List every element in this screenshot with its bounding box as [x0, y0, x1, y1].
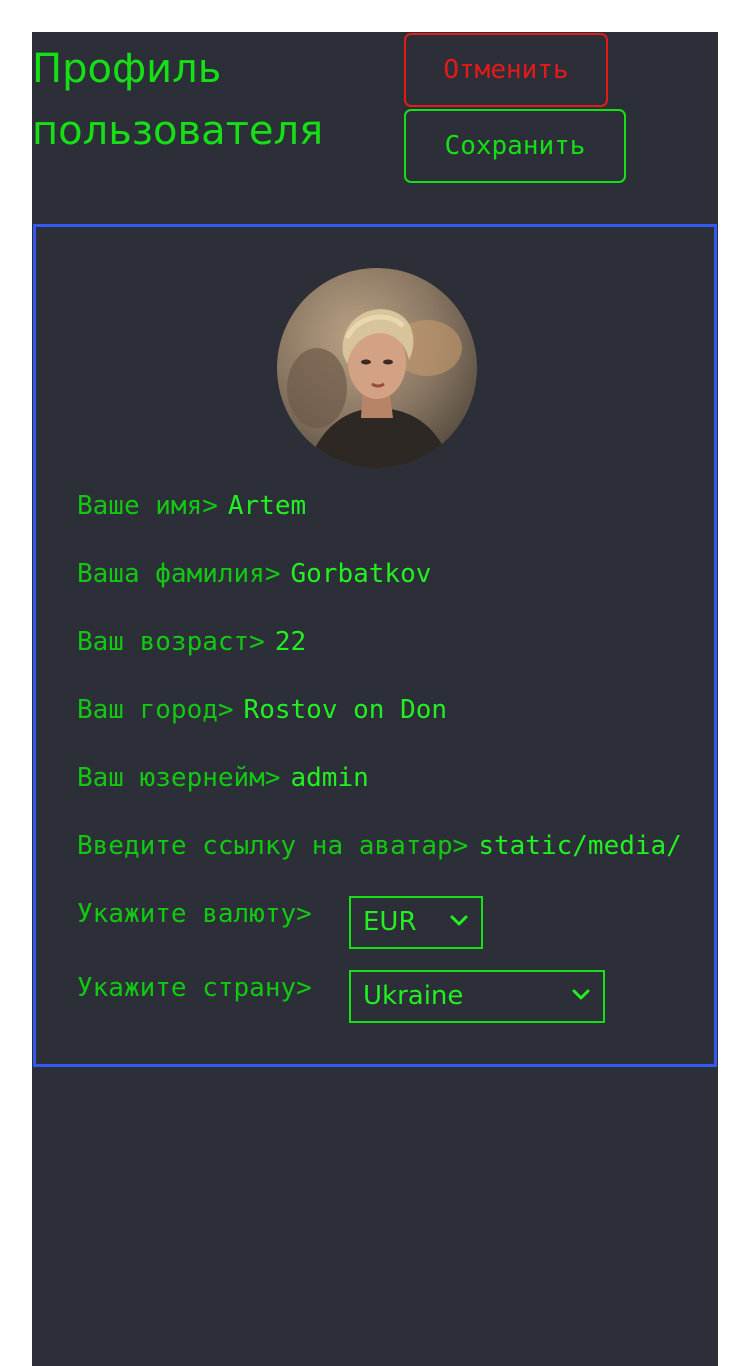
- page-title: Профиль пользователя: [32, 46, 324, 154]
- avatar-url-row: Введите ссылку на аватар> static/media/: [77, 829, 682, 863]
- country-select[interactable]: Ukraine: [349, 970, 605, 1023]
- chevron-down-icon: [450, 915, 468, 926]
- last-name-label: Ваша фамилия>: [77, 559, 281, 589]
- avatar-url-value[interactable]: static/media/: [478, 831, 682, 861]
- avatar-portrait-icon: [277, 268, 477, 468]
- avatar-url-label: Введите ссылку на аватар>: [77, 831, 469, 861]
- currency-selected: EUR: [363, 907, 417, 937]
- age-value[interactable]: 22: [275, 627, 306, 657]
- avatar: [277, 268, 477, 468]
- cancel-button[interactable]: Отменить: [404, 33, 608, 107]
- username-row: Ваш юзернейм> admin: [77, 761, 369, 795]
- username-label: Ваш юзернейм>: [77, 763, 281, 793]
- first-name-label: Ваше имя>: [77, 491, 218, 521]
- last-name-value[interactable]: Gorbatkov: [291, 559, 432, 589]
- first-name-row: Ваше имя> Artem: [77, 489, 306, 523]
- profile-card: Ваше имя> Artem Ваша фамилия> Gorbatkov Ва…: [33, 224, 717, 1067]
- profile-page: Профиль пользователя Отменить Сохранить: [32, 32, 718, 1366]
- save-button[interactable]: Сохранить: [404, 109, 626, 183]
- country-selected: Ukraine: [363, 981, 464, 1011]
- country-label: Укажите страну>: [77, 973, 312, 1003]
- country-row: Укажите страну>: [77, 971, 312, 1005]
- username-value[interactable]: admin: [291, 763, 369, 793]
- last-name-row: Ваша фамилия> Gorbatkov: [77, 557, 431, 591]
- currency-select[interactable]: EUR: [349, 896, 483, 949]
- currency-row: Укажите валюту>: [77, 897, 312, 931]
- city-value[interactable]: Rostov on Don: [244, 695, 448, 725]
- age-label: Ваш возраст>: [77, 627, 265, 657]
- age-row: Ваш возраст> 22: [77, 625, 306, 659]
- city-row: Ваш город> Rostov on Don: [77, 693, 447, 727]
- city-label: Ваш город>: [77, 695, 234, 725]
- chevron-down-icon: [572, 989, 590, 1000]
- first-name-value[interactable]: Artem: [228, 491, 306, 521]
- currency-label: Укажите валюту>: [77, 899, 312, 929]
